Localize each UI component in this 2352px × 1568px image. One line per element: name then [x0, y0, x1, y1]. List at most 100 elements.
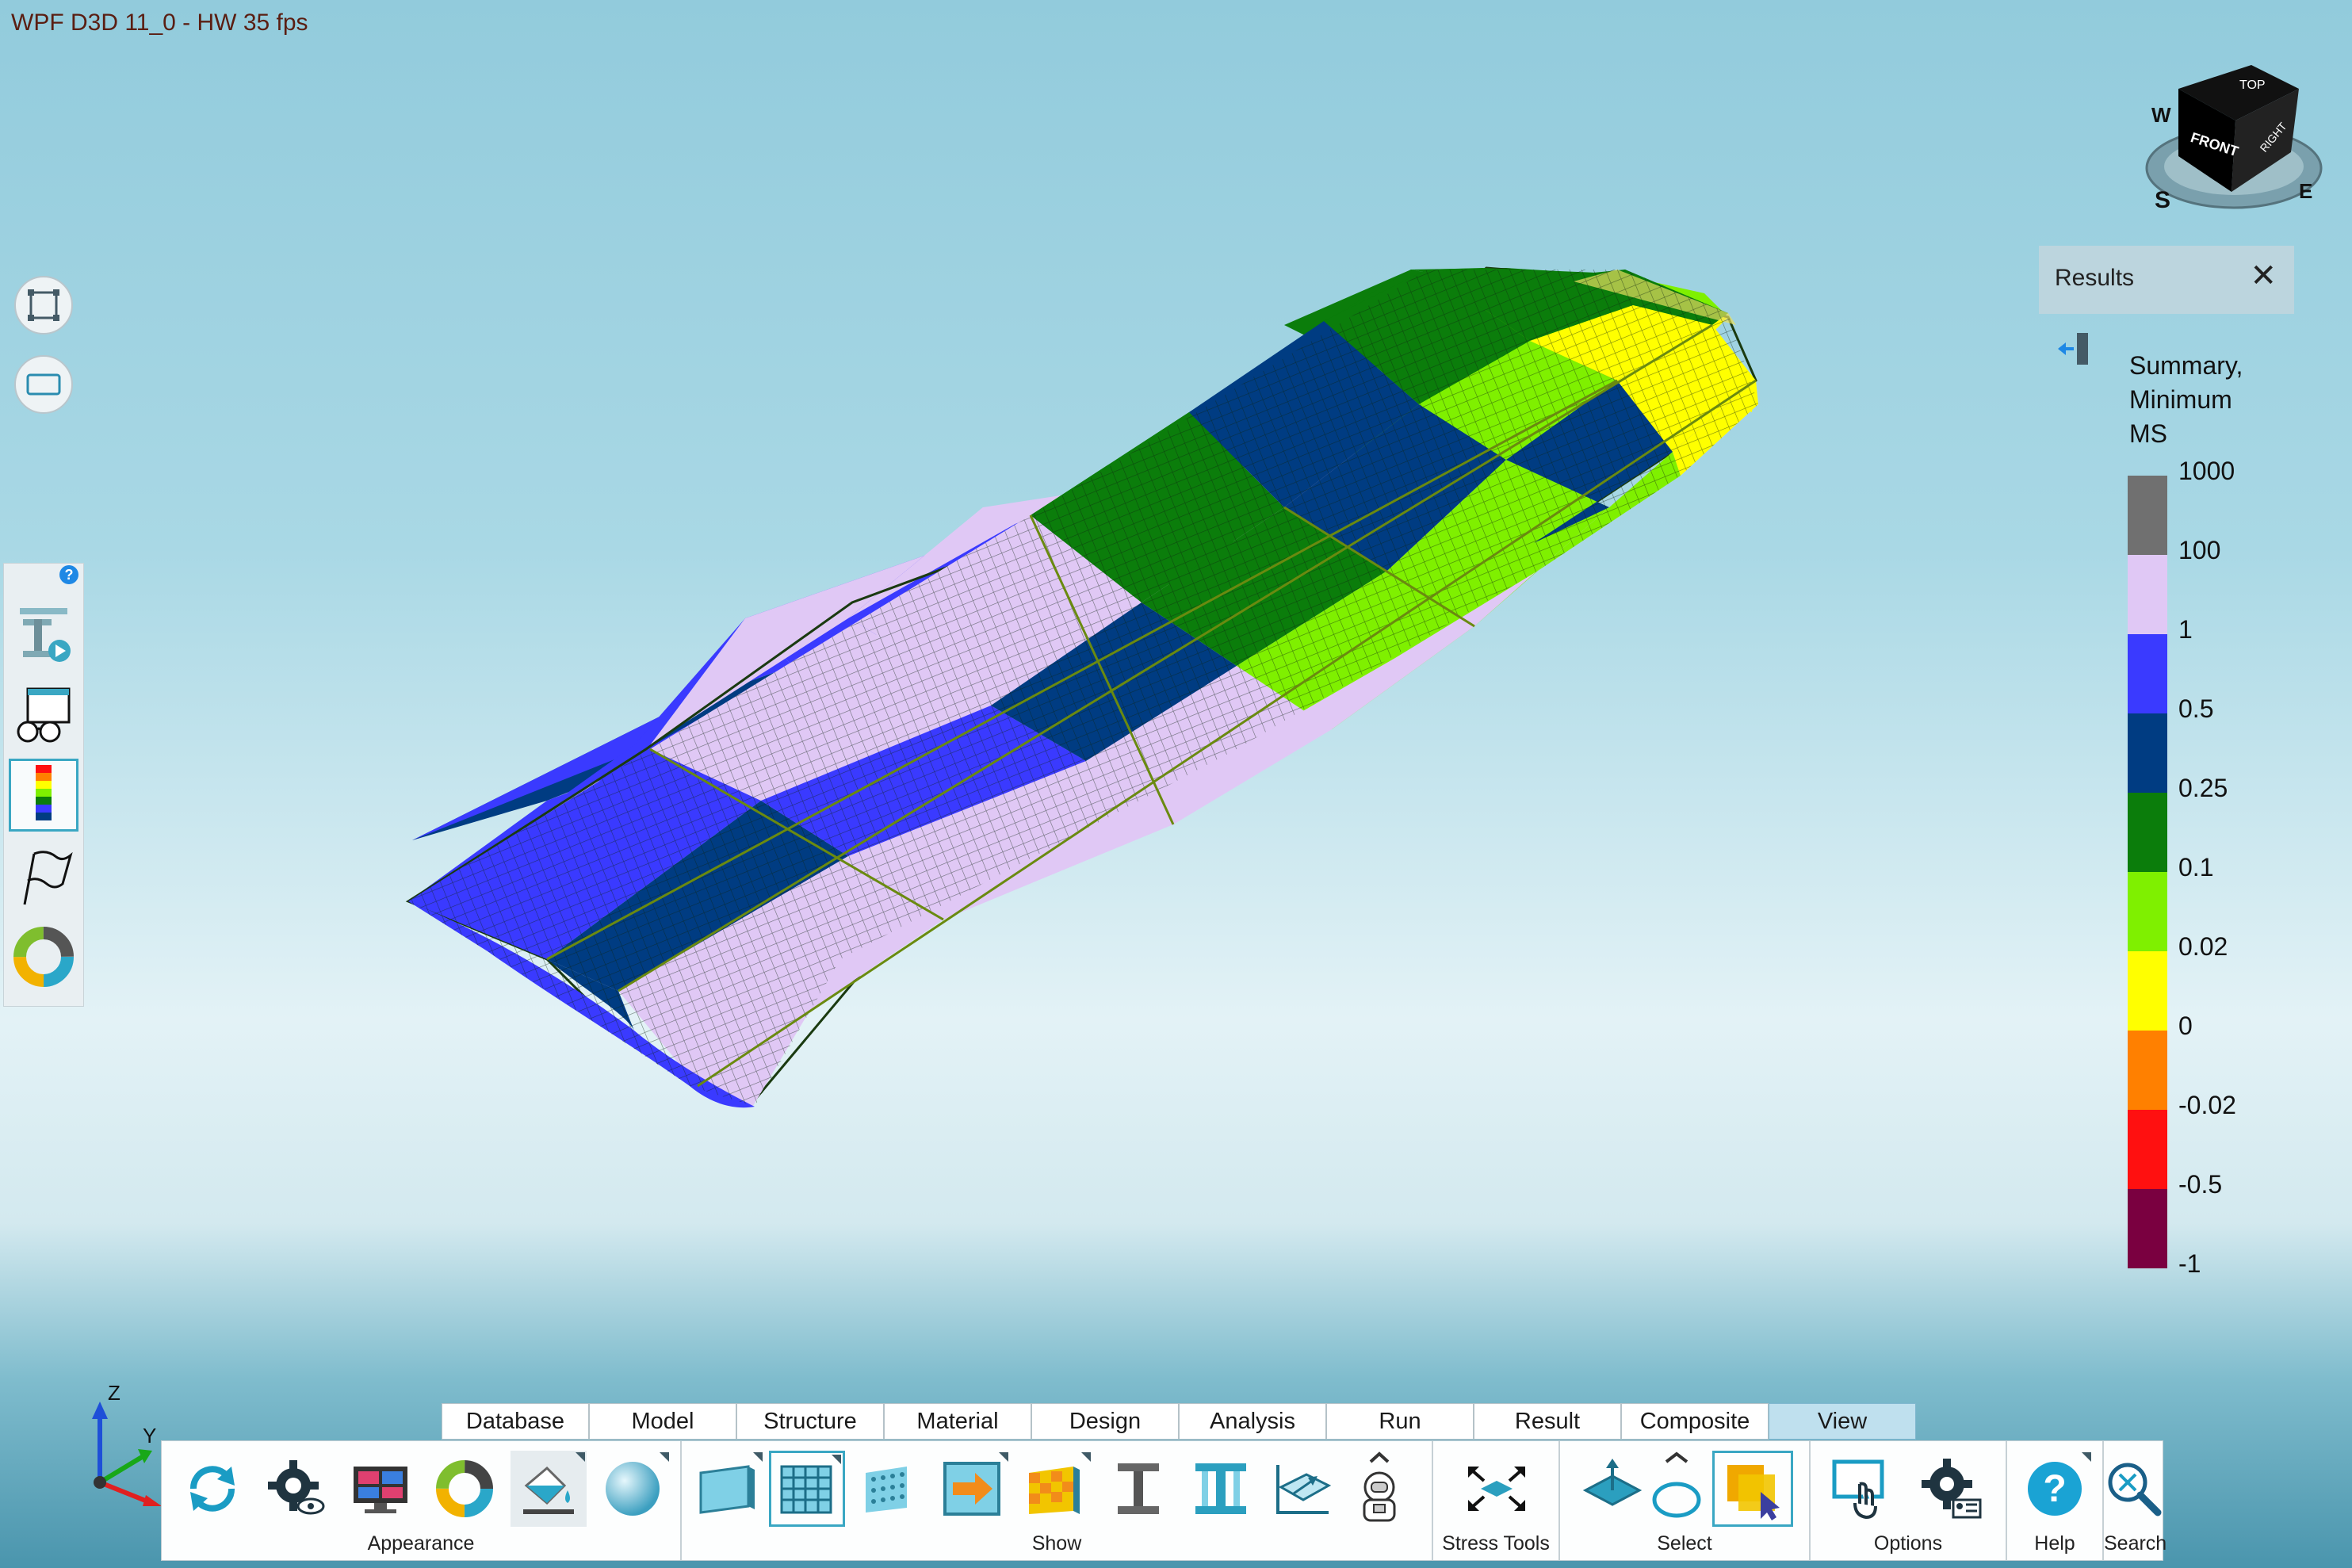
layers-cursor-icon	[1727, 1465, 1780, 1520]
view-glasses-button[interactable]	[9, 679, 78, 752]
legend-swatch	[2128, 1189, 2167, 1268]
tab-material[interactable]: Material	[884, 1403, 1031, 1440]
legend-label: 0.25	[2178, 774, 2228, 802]
window-frame-button[interactable]	[14, 355, 73, 414]
window-frame-icon	[26, 373, 61, 396]
settings-id-button[interactable]	[1912, 1451, 1988, 1527]
dotted-panel-button[interactable]	[851, 1451, 927, 1527]
select-group: Select	[1560, 1441, 1811, 1560]
search-group-label: Search	[2104, 1532, 2167, 1555]
color-wheel-icon	[13, 927, 74, 987]
astronaut-button[interactable]	[1348, 1451, 1411, 1527]
channel-beam-icon	[1195, 1463, 1246, 1514]
stress-tools-button[interactable]	[1459, 1451, 1535, 1527]
legend-swatch	[2128, 872, 2167, 951]
view-glasses-icon	[17, 687, 71, 743]
grid-panel-icon	[780, 1465, 832, 1514]
tab-model[interactable]: Model	[589, 1403, 736, 1440]
touch-screen-button[interactable]	[1823, 1451, 1899, 1527]
settings-id-icon	[1922, 1459, 1982, 1519]
options-group-label: Options	[1873, 1532, 1943, 1555]
dropdown-corner-icon	[753, 1452, 763, 1462]
left-tool-panel: ?	[3, 563, 84, 1007]
help-group: ? Help	[2007, 1441, 2104, 1560]
astronaut-icon	[1363, 1451, 1396, 1522]
ellipse-select-button[interactable]	[1649, 1451, 1704, 1527]
search-group: Search	[2104, 1441, 2167, 1560]
legend-label: 0	[2178, 1012, 2193, 1040]
appearance-group-label: Appearance	[367, 1532, 475, 1555]
checker-panel-button[interactable]	[1016, 1451, 1092, 1527]
select-plane-icon	[1582, 1459, 1643, 1506]
ellipse-select-icon	[1652, 1451, 1701, 1518]
results-subtitle-line: Minimum	[2129, 385, 2232, 414]
legend-swatch	[2128, 713, 2167, 793]
legend-label: 1000	[2178, 457, 2235, 485]
tab-composite[interactable]: Composite	[1621, 1403, 1769, 1440]
cube-face-top: TOP	[2239, 78, 2266, 92]
tab-analysis[interactable]: Analysis	[1179, 1403, 1326, 1440]
touch-screen-icon	[1832, 1459, 1884, 1520]
checker-panel-icon	[1029, 1467, 1080, 1514]
appearance-group: Appearance	[162, 1441, 682, 1560]
beam-playback-icon	[20, 608, 71, 662]
select-plane-button[interactable]	[1574, 1451, 1650, 1527]
results-subtitle-line: Summary,	[2129, 351, 2243, 380]
select-group-label: Select	[1657, 1532, 1712, 1555]
legend-label: -0.5	[2178, 1170, 2223, 1199]
flag-button[interactable]	[9, 841, 78, 914]
legend-swatch	[2128, 476, 2167, 555]
panel-help-icon[interactable]: ?	[59, 565, 78, 584]
fit-all-button[interactable]	[14, 276, 73, 335]
contour-legend-button[interactable]	[9, 759, 78, 832]
legend-swatch	[2128, 1110, 2167, 1189]
legend-label: 0.1	[2178, 853, 2214, 882]
flag-icon	[23, 851, 73, 905]
tab-design[interactable]: Design	[1031, 1403, 1179, 1440]
search-button[interactable]	[2094, 1451, 2170, 1527]
tab-structure[interactable]: Structure	[736, 1403, 884, 1440]
dotted-panel-icon	[866, 1467, 907, 1513]
tab-view[interactable]: View	[1769, 1403, 1916, 1440]
legend-label: -0.02	[2178, 1091, 2236, 1119]
wing-model[interactable]	[0, 0, 2352, 1568]
color-wheel-ribbon-button[interactable]	[426, 1451, 503, 1527]
i-beam-icon	[1118, 1463, 1159, 1514]
legend-label: 0.5	[2178, 694, 2214, 723]
compass-e: E	[2299, 179, 2312, 203]
view-cube[interactable]: TOP FRONT RIGHT W S E	[2140, 57, 2327, 216]
layers-cursor-button[interactable]	[1712, 1451, 1793, 1527]
compass-s: S	[2155, 187, 2170, 213]
refresh-button[interactable]	[174, 1451, 250, 1527]
sphere-button[interactable]	[595, 1451, 671, 1527]
color-wheel-button[interactable]	[9, 920, 78, 993]
3d-viewport[interactable]: WPF D3D 11_0 - HW 35 fps TOP FRONT RIGHT…	[0, 0, 2352, 1568]
monitor-icon	[354, 1467, 407, 1513]
tab-database[interactable]: Database	[442, 1403, 589, 1440]
paint-bucket-button[interactable]	[511, 1451, 587, 1527]
svg-text:?: ?	[2043, 1468, 2066, 1510]
tab-run[interactable]: Run	[1326, 1403, 1474, 1440]
tab-result[interactable]: Result	[1474, 1403, 1621, 1440]
help-button[interactable]: ?	[2017, 1451, 2093, 1527]
help-group-label: Help	[2034, 1532, 2075, 1555]
arrow-panel-button[interactable]	[934, 1451, 1010, 1527]
i-beam-button[interactable]	[1100, 1451, 1176, 1527]
dropdown-corner-icon	[1081, 1452, 1091, 1462]
ribbon-tabs: Database Model Structure Material Design…	[442, 1403, 1916, 1441]
legend-swatch	[2128, 951, 2167, 1031]
settings-eye-button[interactable]	[258, 1451, 335, 1527]
monitor-button[interactable]	[342, 1451, 419, 1527]
dropdown-corner-icon	[576, 1452, 585, 1462]
axes-plane-button[interactable]	[1265, 1451, 1341, 1527]
color-wheel-icon	[436, 1460, 493, 1517]
surface-panel-button[interactable]	[688, 1451, 764, 1527]
collapse-arrow-icon[interactable]	[2056, 331, 2091, 366]
legend-color-bar	[2128, 476, 2167, 1268]
arrow-panel-icon	[943, 1462, 1000, 1516]
grid-panel-button[interactable]	[769, 1451, 845, 1527]
channel-beam-button[interactable]	[1183, 1451, 1259, 1527]
close-icon[interactable]: ✕	[2250, 260, 2277, 292]
beam-playback-button[interactable]	[9, 597, 78, 670]
axis-y-label: Y	[143, 1424, 156, 1448]
